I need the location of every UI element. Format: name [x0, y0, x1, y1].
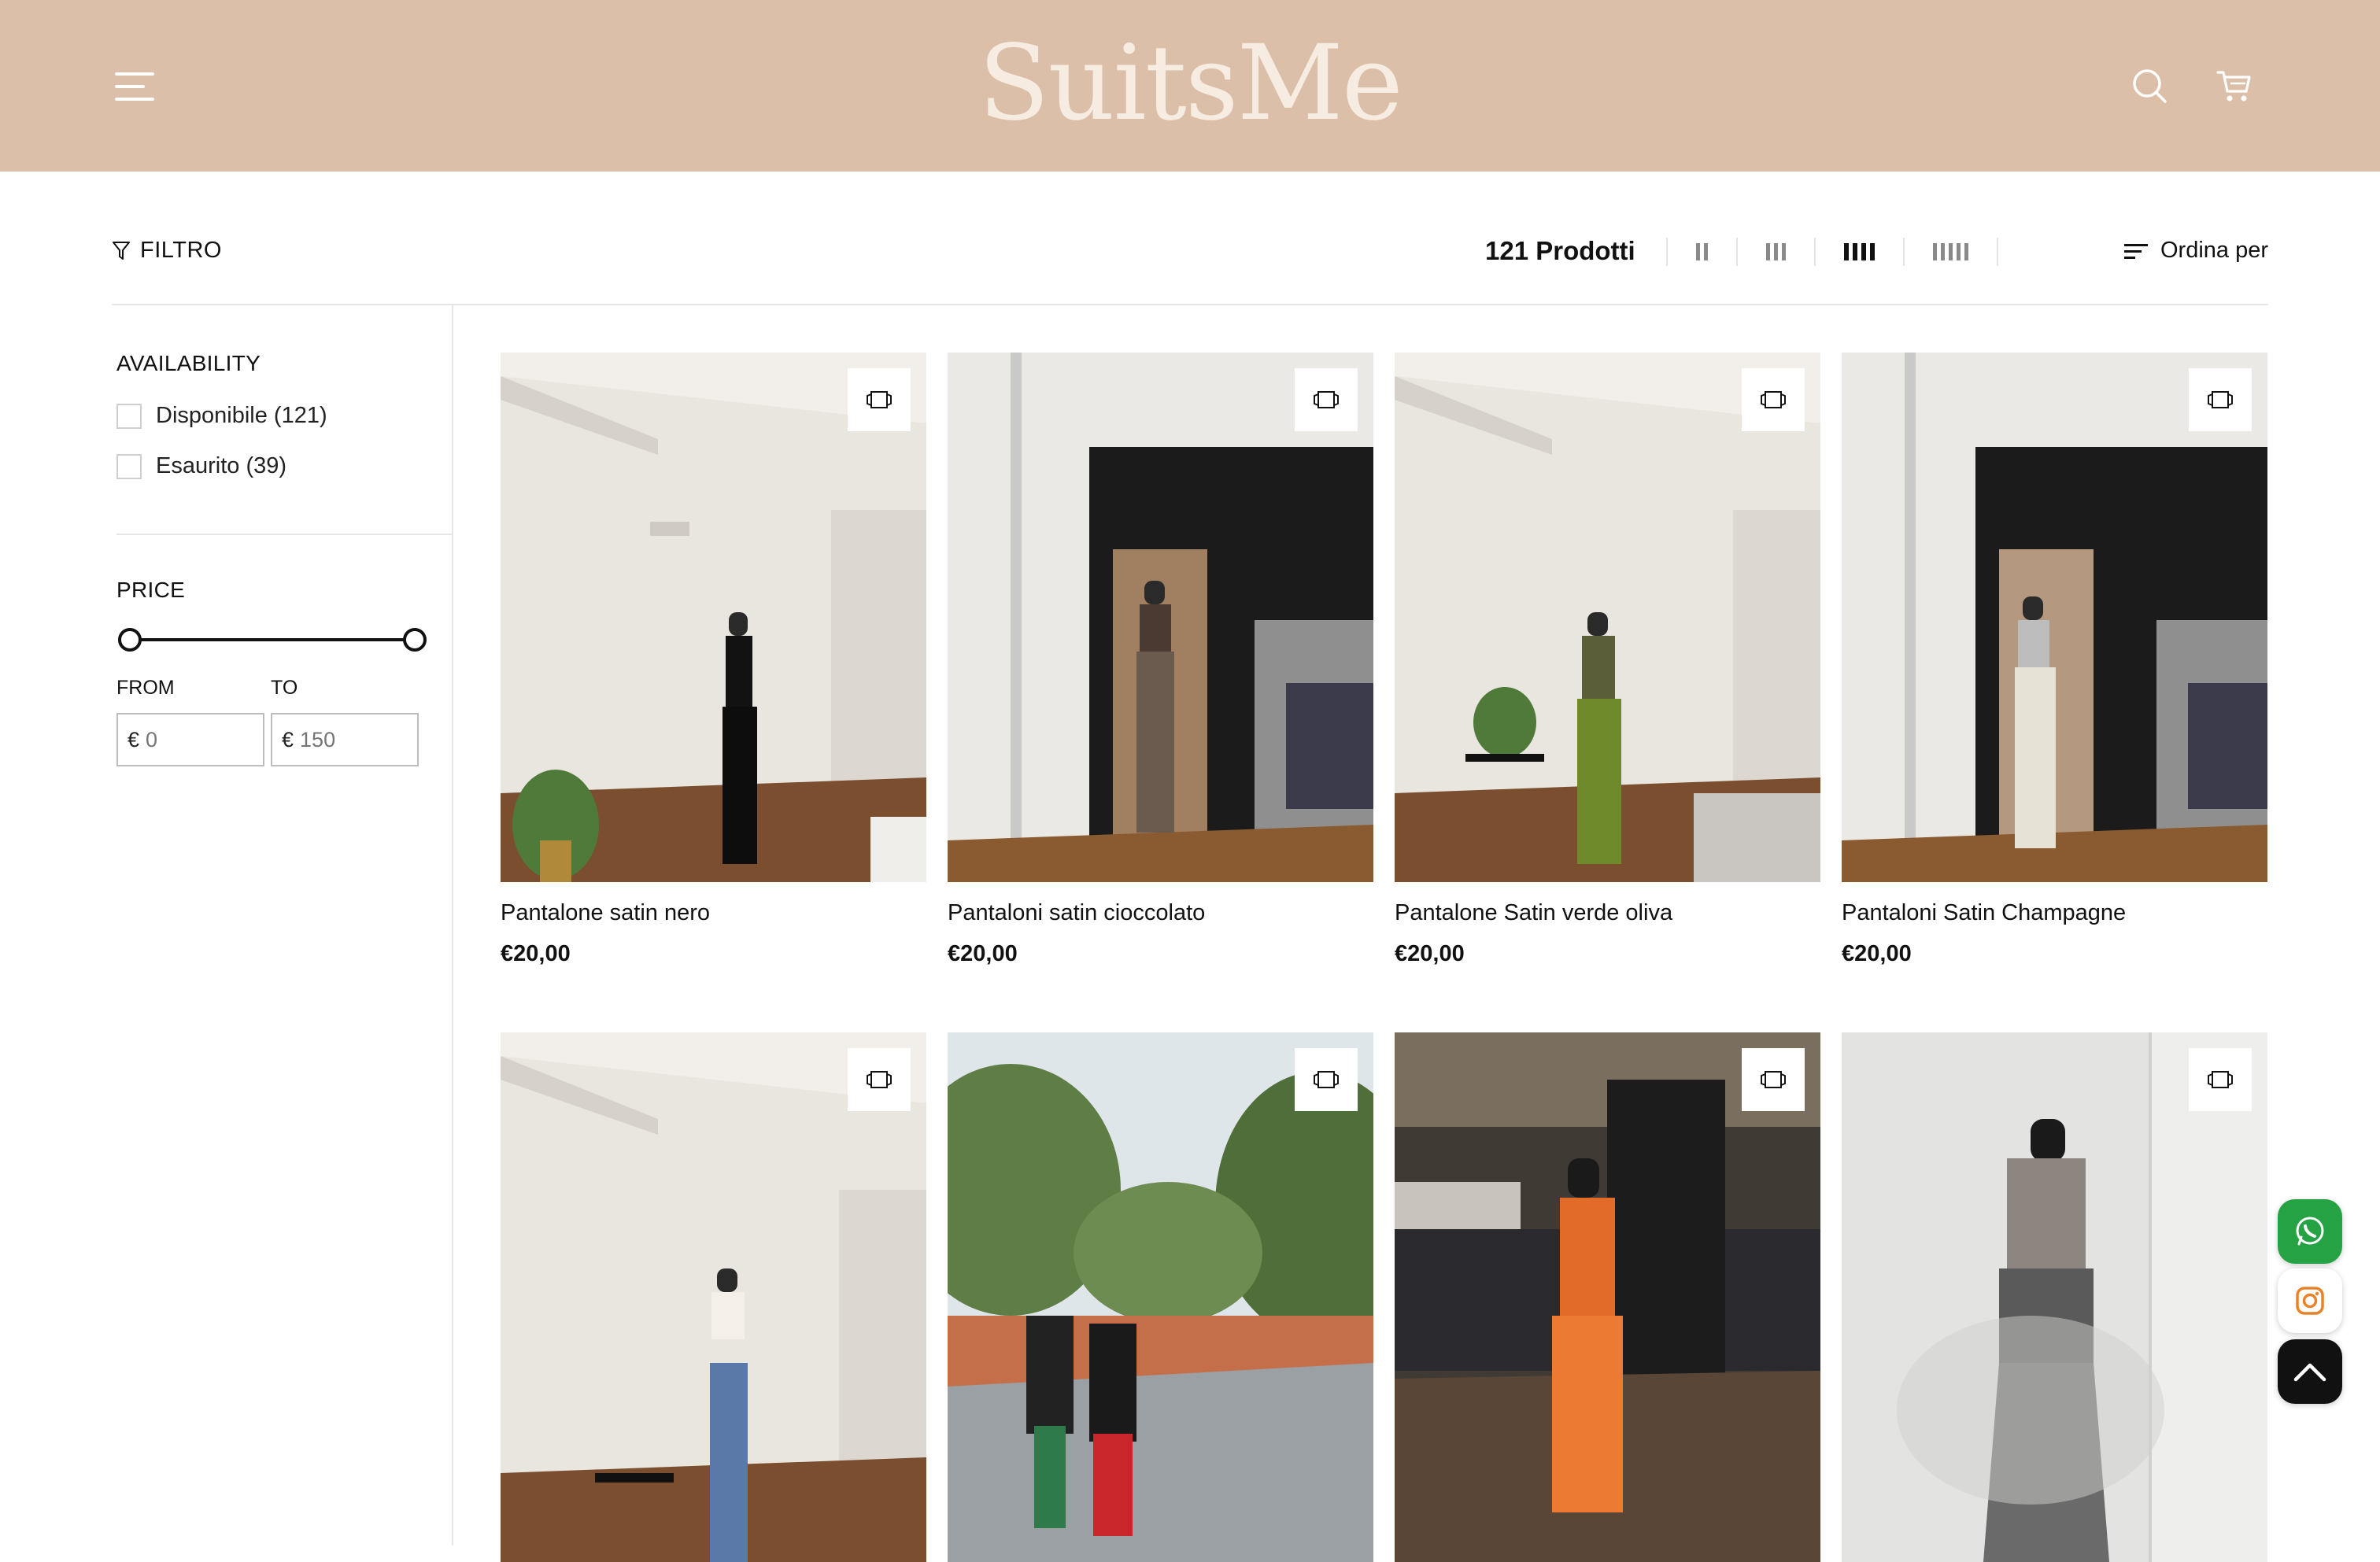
product-image[interactable]: [1842, 1032, 2267, 1562]
product-image[interactable]: [1395, 1032, 1820, 1562]
product-image[interactable]: [1842, 353, 2267, 882]
product-title[interactable]: Pantaloni Satin Champagne: [1842, 900, 2126, 926]
currency-symbol: €: [282, 727, 294, 751]
price-to-field[interactable]: €: [271, 713, 419, 766]
collection-toolbar: FILTRO 121 Prodotti Ordina per: [112, 220, 2268, 283]
price-range-slider[interactable]: [118, 628, 427, 652]
quick-view-button[interactable]: [1742, 1048, 1805, 1111]
price-to-label: TO: [271, 677, 298, 699]
price-from-field[interactable]: €: [116, 713, 264, 766]
product-price: €20,00: [1395, 941, 1465, 966]
slider-max-handle[interactable]: [403, 628, 427, 652]
product-price: €20,00: [1842, 941, 1912, 966]
quick-view-icon: [867, 1071, 892, 1088]
product-title[interactable]: Pantaloni satin cioccolato: [948, 900, 1205, 926]
product-image[interactable]: [501, 353, 926, 882]
quick-view-icon: [1314, 391, 1339, 408]
scroll-to-top-button[interactable]: [2278, 1339, 2342, 1404]
product-title[interactable]: Pantalone Satin verde oliva: [1395, 900, 1672, 926]
filter-label: FILTRO: [140, 238, 222, 263]
filter-option-disponibile[interactable]: Disponibile (121): [116, 403, 327, 429]
price-from-label: FROM: [116, 677, 175, 699]
quick-view-button[interactable]: [2189, 1048, 2252, 1111]
product-image[interactable]: [948, 353, 1373, 882]
product-image[interactable]: [501, 1032, 926, 1562]
filter-option-esaurito[interactable]: Esaurito (39): [116, 453, 286, 479]
chevron-up-icon: [2293, 1363, 2326, 1382]
product-title[interactable]: Pantalone satin nero: [501, 900, 710, 926]
quick-view-icon: [1761, 391, 1786, 408]
filter-funnel-icon: [113, 241, 130, 260]
product-price: €20,00: [501, 941, 571, 966]
availability-title: AVAILABILITY: [116, 351, 261, 375]
sort-lines-icon: [2123, 243, 2148, 259]
site-header: SuitsMe: [0, 0, 2380, 172]
product-price: €20,00: [948, 941, 1018, 966]
quick-view-icon: [1761, 1071, 1786, 1088]
quick-view-button[interactable]: [2189, 368, 2252, 431]
filter-sidebar: AVAILABILITY Disponibile (121) Esaurito …: [112, 305, 453, 1545]
currency-symbol: €: [128, 727, 140, 751]
quick-view-button[interactable]: [1742, 368, 1805, 431]
checkbox[interactable]: [116, 453, 142, 479]
cart-icon[interactable]: [2215, 66, 2254, 105]
grid-view-switcher: [1666, 230, 1998, 274]
quick-view-icon: [2208, 1071, 2233, 1088]
checkbox[interactable]: [116, 403, 142, 429]
view-2-columns-button[interactable]: [1666, 238, 1738, 266]
price-title: PRICE: [116, 578, 186, 602]
view-5-columns-button[interactable]: [1905, 238, 1998, 266]
sort-label: Ordina per: [2160, 238, 2268, 263]
quick-view-button[interactable]: [1295, 1048, 1358, 1111]
view-4-columns-button[interactable]: [1816, 238, 1905, 266]
quick-view-button[interactable]: [848, 1048, 911, 1111]
whatsapp-button[interactable]: [2278, 1199, 2342, 1264]
sort-button[interactable]: Ordina per: [2123, 238, 2268, 264]
filter-button[interactable]: FILTRO: [112, 238, 222, 264]
filter-option-label: Disponibile (121): [156, 403, 327, 428]
filter-option-label: Esaurito (39): [156, 453, 287, 478]
product-count: 121 Prodotti: [1485, 236, 1635, 265]
product-image[interactable]: [1395, 353, 1820, 882]
instagram-button[interactable]: [2278, 1268, 2342, 1333]
whatsapp-icon: [2296, 1217, 2324, 1246]
quick-view-button[interactable]: [1295, 368, 1358, 431]
slider-track: [129, 638, 416, 641]
search-icon[interactable]: [2130, 66, 2169, 105]
instagram-icon: [2296, 1287, 2324, 1315]
quick-view-icon: [1314, 1071, 1339, 1088]
price-to-input[interactable]: [298, 726, 405, 753]
view-3-columns-button[interactable]: [1738, 238, 1816, 266]
sidebar-divider: [116, 534, 452, 535]
price-from-input[interactable]: [144, 726, 250, 753]
slider-min-handle[interactable]: [118, 628, 142, 652]
quick-view-button[interactable]: [848, 368, 911, 431]
quick-view-icon: [2208, 391, 2233, 408]
quick-view-icon: [867, 391, 892, 408]
site-logo[interactable]: SuitsMe: [0, 28, 2380, 138]
product-image[interactable]: [948, 1032, 1373, 1562]
